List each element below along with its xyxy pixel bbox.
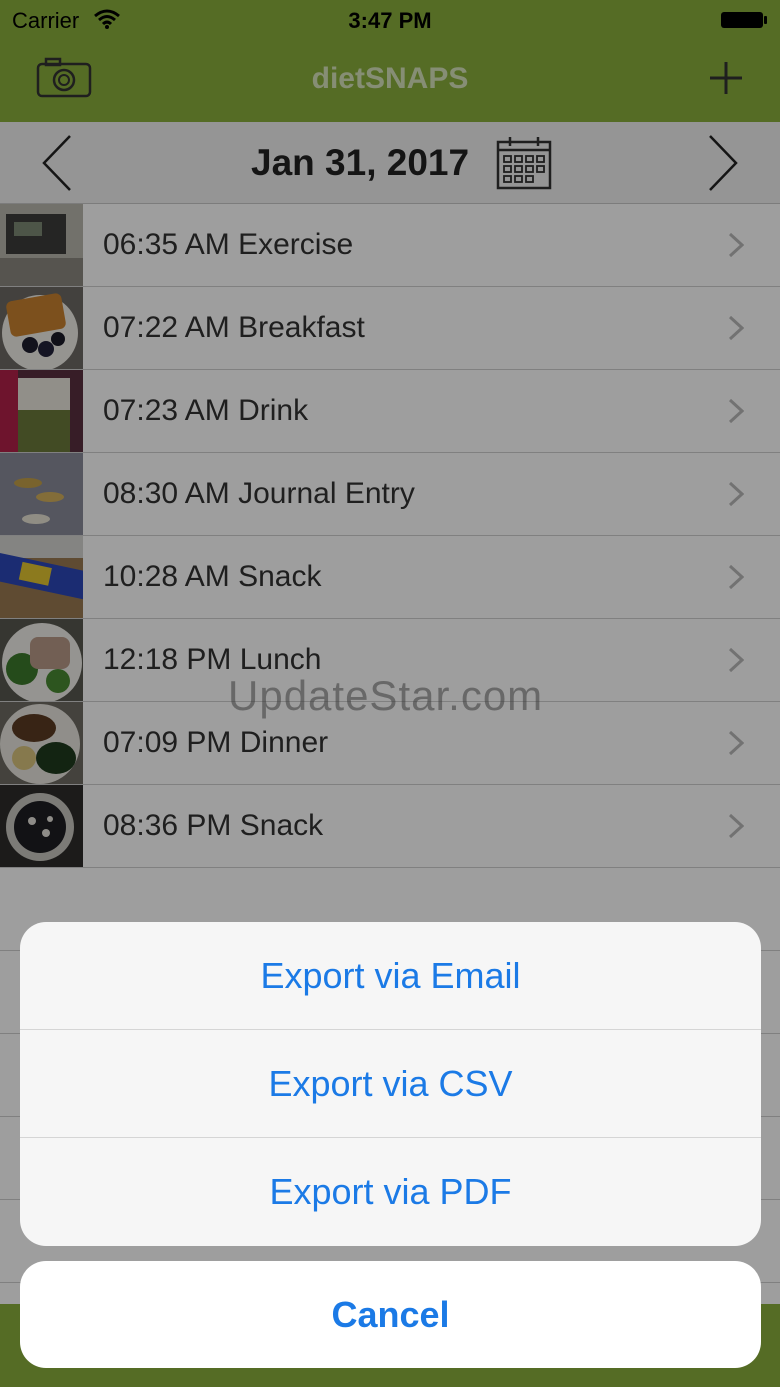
export-csv-button[interactable]: Export via CSV [20,1030,761,1138]
watermark: UpdateStar.com [228,672,544,719]
action-sheet: Export via Email Export via CSV Export v… [20,922,761,1246]
cancel-button[interactable]: Cancel [20,1261,761,1368]
export-pdf-button[interactable]: Export via PDF [20,1138,761,1246]
export-email-button[interactable]: Export via Email [20,922,761,1030]
